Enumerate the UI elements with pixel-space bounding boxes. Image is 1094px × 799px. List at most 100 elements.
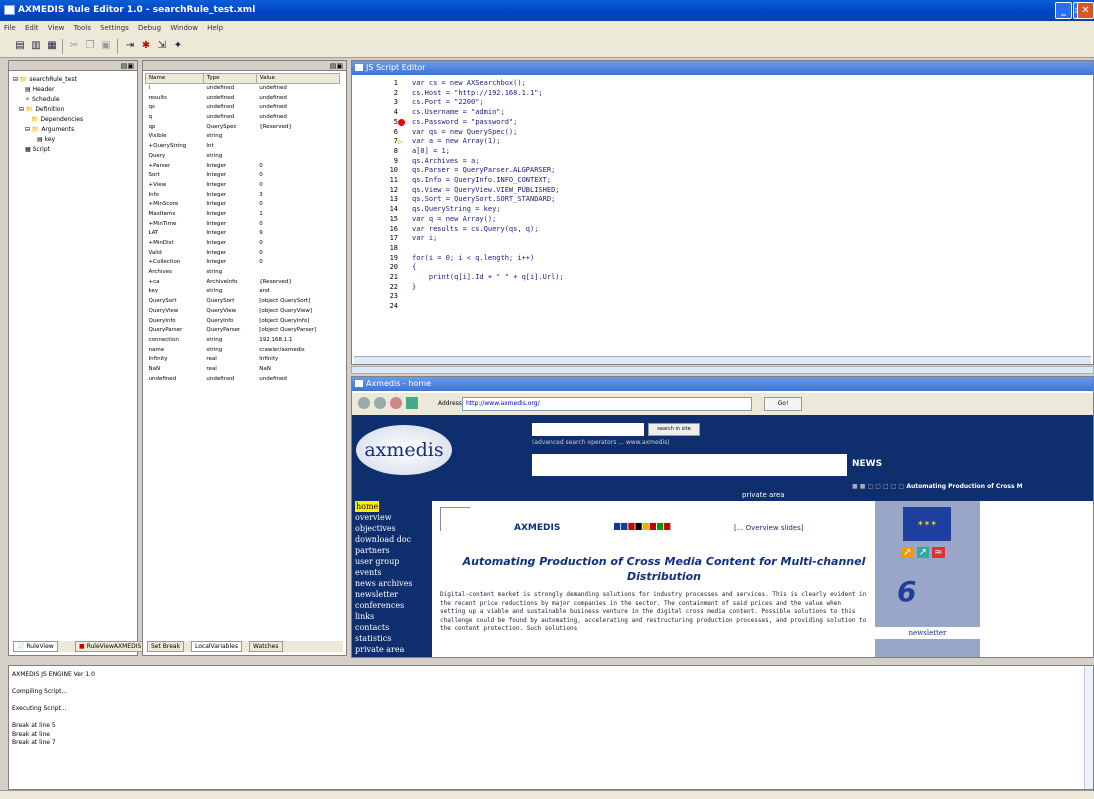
table-row[interactable]: Query string [146, 151, 340, 161]
col-name[interactable]: Name [145, 73, 204, 84]
table-row[interactable]: +Parser Integer 0 [146, 161, 340, 171]
tree-item[interactable]: ▦ Script [13, 145, 83, 155]
breakpoint-icon[interactable] [398, 118, 405, 126]
tab-local-variables[interactable]: LocalVariables [191, 641, 242, 652]
code-line[interactable]: 3 cs.Port = "2200"; [352, 98, 1093, 108]
site-nav-item[interactable]: contacts [355, 623, 389, 632]
table-row[interactable]: QueryInfo QueryInfo [object QueryInfo] [146, 316, 340, 326]
code-area[interactable]: 1 var cs = new AXSearchbox(); 2 cs.Host = "… [352, 75, 1093, 364]
table-row[interactable]: Archives string [146, 267, 340, 277]
table-row[interactable]: +MinTime Integer 0 [146, 219, 340, 229]
cut-icon[interactable]: ✂ [68, 40, 80, 52]
tab-ruleview[interactable]: 📄 RuleView [13, 641, 58, 652]
advanced-search-link[interactable]: (advanced search operators ... www.axmed… [532, 439, 670, 446]
table-row[interactable]: Visible string [146, 132, 340, 142]
open-icon[interactable]: ▥ [30, 40, 42, 52]
site-nav-item[interactable]: overview [355, 513, 392, 522]
code-line[interactable]: 11 qs.Info = QueryInfo.INFO_CONTEXT; [352, 176, 1093, 186]
menu-edit[interactable]: Edit [25, 24, 39, 32]
code-line[interactable]: 19 for(i = 0; i < q.length; i++) [352, 254, 1093, 264]
site-search-button[interactable]: search in site [648, 423, 700, 436]
site-nav-item[interactable]: objectives [355, 524, 396, 533]
code-line[interactable]: 4 cs.Username = "admin"; [352, 108, 1093, 118]
site-nav-item[interactable]: download doc [355, 535, 411, 544]
tree-item[interactable]: 📁 Dependencies [13, 115, 83, 125]
code-line[interactable]: 21 print(q[i].Id + " " + q[i].Url); [352, 273, 1093, 283]
tree-item[interactable]: ⊟ 📁 searchRule_test [13, 75, 83, 85]
paste-icon[interactable]: ▣ [100, 40, 112, 52]
save-icon[interactable]: ▦ [46, 40, 58, 52]
table-row[interactable]: results undefined undefined [146, 93, 340, 103]
panel-menu-icon[interactable]: ▤▣ [330, 62, 343, 70]
code-line[interactable]: 20 { [352, 263, 1093, 273]
code-line[interactable]: 16 var results = cs.Query(qs, q); [352, 225, 1093, 235]
breakpoint-icon[interactable]: ✱ [140, 40, 152, 52]
code-line[interactable]: 15 var q = new Array(); [352, 215, 1093, 225]
site-nav-item[interactable]: news archives [355, 579, 413, 588]
menu-tools[interactable]: Tools [74, 24, 91, 32]
home-icon[interactable] [406, 397, 418, 409]
back-icon[interactable] [358, 397, 370, 409]
site-nav-item[interactable]: newsletter [355, 590, 398, 599]
table-row[interactable]: Valid Integer 0 [146, 248, 340, 258]
tab-set-break[interactable]: Set Break [147, 641, 185, 652]
code-line[interactable]: 12 qs.View = QueryView.VIEW_PUBLISHED; [352, 186, 1093, 196]
tree-item[interactable]: ▤ Header [13, 85, 83, 95]
site-search-input[interactable] [532, 423, 644, 436]
site-nav-item[interactable]: home [355, 501, 380, 512]
table-row[interactable]: +Collection Integer 0 [146, 258, 340, 268]
editor-splitter[interactable] [351, 366, 1094, 374]
table-row[interactable]: connection string 192.168.1.1 [146, 335, 340, 345]
table-row[interactable]: Sort Integer 0 [146, 170, 340, 180]
tree-item[interactable]: ✧ Schedule [13, 95, 83, 105]
axmedis-logo[interactable]: axmedis [356, 425, 452, 475]
table-row[interactable]: MaxItems Integer 1 [146, 209, 340, 219]
tree-item[interactable]: ⊟ 📁 Arguments [13, 125, 83, 135]
code-line[interactable]: 22} [352, 283, 1093, 293]
go-button[interactable]: Go! [764, 397, 802, 411]
site-nav-item[interactable]: partners [355, 546, 390, 555]
table-row[interactable]: name string crawler/axmedis [146, 345, 340, 355]
table-row[interactable]: undefined undefined undefined [146, 374, 340, 384]
code-line[interactable]: 5 cs.Password = "password"; [352, 118, 1093, 128]
code-line[interactable]: 24 [352, 302, 1093, 312]
site-nav-item[interactable]: conferences [355, 601, 404, 610]
overview-slides-link[interactable]: [... Overview slides] [734, 524, 803, 532]
new-icon[interactable]: ▤ [14, 40, 26, 52]
site-nav-item[interactable]: user group [355, 557, 399, 566]
menu-window[interactable]: Window [170, 24, 198, 32]
table-row[interactable]: NaN real NaN [146, 364, 340, 374]
table-row[interactable]: qs undefined undefined [146, 103, 340, 113]
code-line[interactable]: 9 qs.Archives = a; [352, 157, 1093, 167]
language-flags[interactable]: ▆▆▆▆▆▆▆▆ [614, 521, 671, 530]
horizontal-scrollbar[interactable] [354, 356, 1091, 364]
table-row[interactable]: Info Integer 3 [146, 190, 340, 200]
table-row[interactable]: +MinScore Integer 0 [146, 199, 340, 209]
newsletter-link[interactable]: newsletter [875, 627, 980, 639]
table-row[interactable]: QuerySort QuerySort [object QuerySort] [146, 296, 340, 306]
table-row[interactable]: QueryView QueryView [object QueryView] [146, 306, 340, 316]
table-row[interactable]: q undefined undefined [146, 112, 340, 122]
col-type[interactable]: Type [202, 73, 257, 84]
debug-icon[interactable]: ✦ [172, 40, 184, 52]
site-nav-item[interactable]: private area [355, 645, 404, 654]
console-scrollbar[interactable] [1084, 666, 1093, 789]
menu-debug[interactable]: Debug [138, 24, 161, 32]
code-line[interactable]: 17 var i; [352, 234, 1093, 244]
table-row[interactable]: +QueryString Int [146, 141, 340, 151]
step-icon[interactable]: ⇥ [124, 40, 136, 52]
site-nav-item[interactable]: links [355, 612, 374, 621]
code-line[interactable]: 10 qs.Parser = QueryParser.ALGPARSER; [352, 166, 1093, 176]
menu-view[interactable]: View [48, 24, 65, 32]
menu-settings[interactable]: Settings [100, 24, 129, 32]
code-line[interactable]: 1 var cs = new AXSearchbox(); [352, 79, 1093, 89]
table-row[interactable]: +View Integer 0 [146, 180, 340, 190]
code-line[interactable]: 2 cs.Host = "http://192.168.1.1"; [352, 89, 1093, 99]
code-line[interactable]: 13 qs.Sort = QuerySort.SORT_STANDARD; [352, 195, 1093, 205]
address-input[interactable]: http://www.axmedis.org/ [462, 397, 752, 411]
table-row[interactable]: LAT Integer 9 [146, 229, 340, 239]
menu-help[interactable]: Help [207, 24, 223, 32]
table-row[interactable]: +ca ArchiveInfo {Reserved} [146, 277, 340, 287]
code-line[interactable]: 8 a[0] = 1; [352, 147, 1093, 157]
code-line[interactable]: ▷ 7 var a = new Array(1); [352, 137, 1093, 147]
